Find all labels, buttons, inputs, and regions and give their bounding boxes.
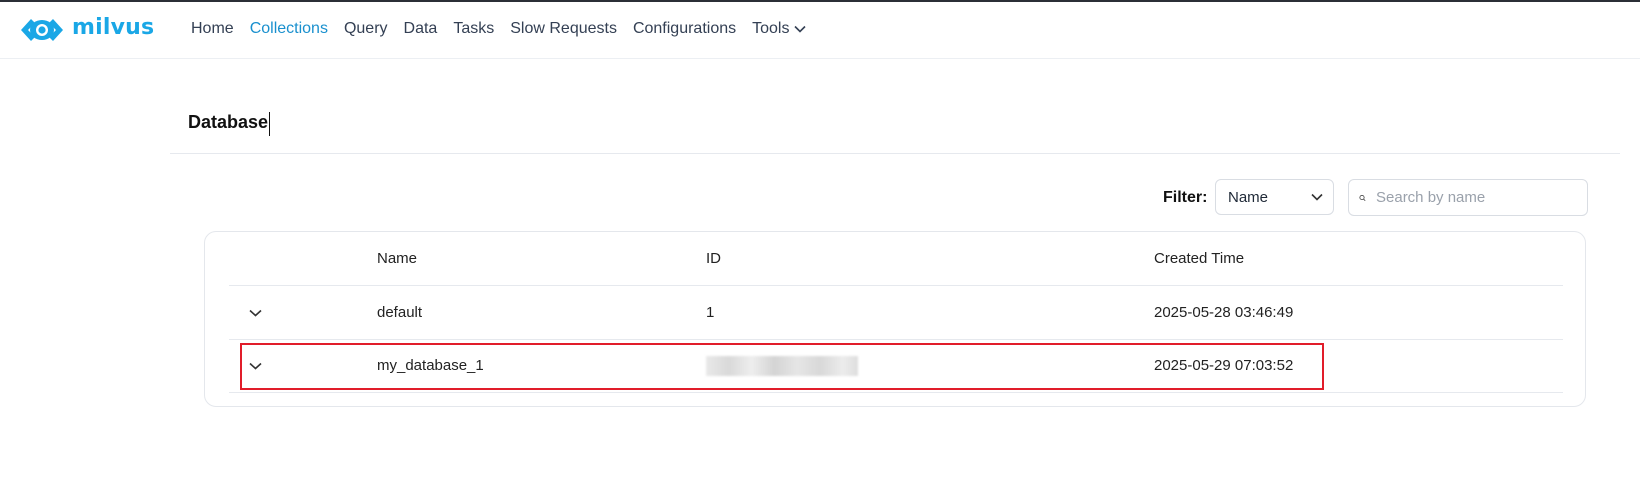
milvus-logo[interactable]: milvus	[18, 12, 154, 48]
main-nav: Home Collections Query Data Tasks Slow R…	[191, 20, 807, 38]
database-table: Name ID Created Time default 1 2025-05-2…	[204, 231, 1586, 407]
column-header-id[interactable]: ID	[706, 250, 1154, 267]
expand-row-button[interactable]	[249, 309, 262, 317]
nav-tools-label: Tools	[752, 20, 790, 37]
filter-selected-value: Name	[1228, 188, 1269, 206]
cell-id: 1	[706, 304, 715, 321]
chevron-down-icon	[249, 362, 262, 370]
column-header-name[interactable]: Name	[377, 250, 706, 267]
chevron-down-icon	[1311, 193, 1323, 201]
table-row[interactable]: default 1 2025-05-28 03:46:49	[229, 286, 1563, 340]
text-cursor	[269, 112, 270, 136]
expand-cell	[229, 362, 377, 370]
cell-id	[706, 355, 1154, 376]
search-icon	[1359, 194, 1366, 201]
chevron-down-icon	[249, 309, 262, 317]
redacted-id	[706, 355, 858, 376]
eye-icon	[21, 19, 63, 41]
top-navbar: milvus Home Collections Query Data Tasks…	[0, 2, 1640, 59]
nav-tasks[interactable]: Tasks	[453, 20, 494, 38]
page-title: Database	[188, 112, 269, 132]
nav-collections[interactable]: Collections	[250, 20, 328, 38]
cell-created-time: 2025-05-28 03:46:49	[1154, 304, 1294, 321]
table-header: Name ID Created Time	[229, 232, 1563, 286]
nav-configurations[interactable]: Configurations	[633, 20, 736, 38]
nav-data[interactable]: Data	[404, 20, 438, 38]
cell-created-time: 2025-05-29 07:03:52	[1154, 357, 1294, 374]
cell-name: my_database_1	[377, 357, 484, 374]
filter-field-select[interactable]: Name	[1215, 179, 1334, 215]
nav-slow-requests[interactable]: Slow Requests	[510, 20, 617, 38]
cell-name: default	[377, 304, 423, 321]
expand-cell	[229, 309, 377, 317]
expand-row-button[interactable]	[249, 362, 262, 370]
filter-label: Filter:	[1163, 189, 1208, 206]
nav-tools-dropdown[interactable]: Tools	[752, 20, 807, 38]
column-header-created-time[interactable]: Created Time	[1154, 250, 1563, 267]
nav-home[interactable]: Home	[191, 20, 234, 38]
search-input[interactable]	[1374, 188, 1577, 207]
chevron-down-icon	[794, 25, 807, 33]
logo-text: milvus	[72, 14, 155, 40]
title-divider	[170, 153, 1620, 154]
table-row[interactable]: my_database_1 2025-05-29 07:03:52	[229, 339, 1563, 393]
nav-query[interactable]: Query	[344, 20, 388, 38]
search-box	[1348, 179, 1588, 216]
